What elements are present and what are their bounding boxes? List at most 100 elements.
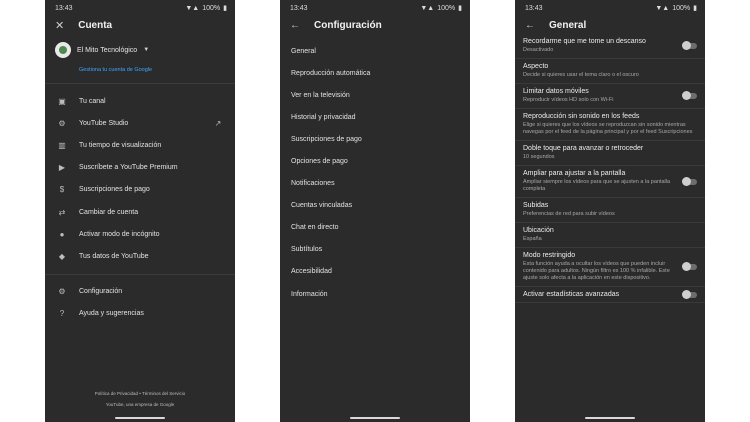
signal-icon: ▼▲ [655,4,670,12]
setting-title: Limitar datos móviles [523,88,589,95]
menu-item[interactable]: ⇄ Cambiar de cuenta [45,201,235,223]
app-bar: ← General [515,16,705,34]
setting-title: Subidas [523,202,549,209]
gesture-bar[interactable] [115,417,165,419]
page-title: Configuración [314,19,382,31]
manage-account-link[interactable]: Gestiona tu cuenta de Google [79,67,225,73]
signal-icon: ▼▲ [420,4,435,12]
setting-row[interactable]: Reproducción sin sonido en los feeds Elig… [515,109,705,141]
menu-item[interactable]: ◆ Tus datos de YouTube [45,245,235,267]
setting-row[interactable]: Aspecto Decide si quieres usar el tema cl… [515,59,705,84]
back-arrow-icon[interactable]: ← [525,20,535,31]
menu-item-label: Suscríbete a YouTube Premium [79,164,178,172]
menu-item[interactable]: ⚙ YouTube Studio ↗ [45,112,235,134]
settings-item[interactable]: Cuentas vinculadas [280,195,470,217]
account-switcher[interactable]: El Mito Tecnológico ▼ [55,42,225,58]
settings-item[interactable]: Reproducción automática [280,62,470,84]
setting-title: Doble toque para avanzar o retroceder [523,145,644,152]
status-bar: 13:43 ▼▲ 100% ▮ [280,0,470,16]
setting-title: Ampliar para ajustar a la pantalla [523,170,626,177]
setting-subtitle: Desactivado [523,47,554,53]
setting-subtitle: España [523,236,542,242]
settings-item[interactable]: Subtítulos [280,239,470,261]
setting-title: Recordarme que me tome un descanso [523,38,646,45]
account-header: El Mito Tecnológico ▼ Gestiona tu cuenta… [45,34,235,77]
settings-item[interactable]: Opciones de pago [280,150,470,172]
gear-icon: ⚙ [58,287,66,297]
divider [45,83,235,84]
menu-item[interactable]: ▶ Suscríbete a YouTube Premium [45,157,235,179]
general-settings-list: Recordarme que me tome un descanso Desact… [515,34,705,303]
toggle-switch[interactable] [682,289,697,299]
menu-item[interactable]: ▥ Tu tiempo de visualización [45,134,235,156]
avatar [55,42,71,58]
menu-item[interactable]: ▣ Tu canal [45,90,235,112]
setting-row[interactable]: Doble toque para avanzar o retroceder 10 … [515,141,705,166]
footer-links[interactable]: Política de Privacidad • Términos del Se… [45,388,235,399]
menu-item[interactable]: $ Suscripciones de pago [45,179,235,201]
menu-item-label: Tu tiempo de visualización [79,141,162,149]
setting-row[interactable]: Ubicación España [515,223,705,248]
incognito-icon: ● [59,229,65,239]
settings-item[interactable]: Accesibilidad [280,261,470,283]
account-name: El Mito Tecnológico [77,46,138,54]
menu-item-label: Configuración [79,288,123,296]
bar-chart-icon: ▥ [58,140,66,150]
battery-level: 100% [202,4,221,12]
setting-title: Activar estadísticas avanzadas [523,291,620,298]
setting-row[interactable]: Modo restringido Esta función ayuda a ocu… [515,248,705,287]
menu-item-label: Tu canal [79,97,106,105]
setting-subtitle: Ampliar siempre los vídeos para que se a… [523,179,671,192]
settings-item[interactable]: Ver en la televisión [280,84,470,106]
menu-item[interactable]: ● Activar modo de incógnito [45,223,235,245]
switch-account-icon: ⇄ [58,207,66,217]
back-arrow-icon[interactable]: ← [290,20,300,31]
toggle-switch[interactable] [682,262,697,271]
toggle-switch[interactable] [682,91,697,100]
setting-title: Ubicación [523,227,554,234]
setting-subtitle: Reproducir vídeos HD solo con Wi-Fi [523,97,614,103]
setting-title: Aspecto [523,63,549,70]
setting-row[interactable]: Recordarme que me tome un descanso Desact… [515,34,705,59]
help-icon: ? [59,309,65,319]
status-time: 13:43 [525,4,543,12]
gesture-bar[interactable] [350,417,400,419]
gear-icon: ⚙ [58,118,66,128]
toggle-switch[interactable] [682,176,697,186]
toggle-switch[interactable] [682,41,697,50]
footer-company: YouTube, una empresa de Google [105,402,175,407]
settings-item[interactable]: Historial y privacidad [280,106,470,128]
page-title: General [549,19,587,31]
setting-row[interactable]: Activar estadísticas avanzadas [515,287,705,303]
settings-item[interactable]: Chat en directo [280,217,470,239]
settings-item[interactable]: Información [280,283,470,305]
account-menu: ▣ Tu canal ⚙ YouTube Studio ↗ ▥ Tu tiempo de v… [45,90,235,268]
settings-screen: 13:43 ▼▲ 100% ▮ ← Configuración General R… [280,0,470,422]
footer: Política de Privacidad • Términos del Se… [45,388,235,410]
settings-item[interactable]: Notificaciones [280,173,470,195]
setting-row[interactable]: Limitar datos móviles Reproducir vídeos H… [515,84,705,109]
dollar-icon: $ [59,185,65,195]
battery-icon: ▮ [458,5,462,12]
gesture-bar[interactable] [585,417,635,419]
close-icon[interactable]: ✕ [55,19,64,32]
status-time: 13:43 [55,4,73,12]
app-bar: ✕ Cuenta [45,16,235,34]
menu-item-label: Ayuda y sugerencias [79,310,144,318]
person-icon: ▣ [58,96,66,106]
menu-item-label: Suscripciones de pago [79,186,150,194]
settings-list: General Reproducción automática Ver en la … [280,34,470,305]
chevron-down-icon: ▼ [143,47,150,53]
setting-subtitle: Preferencias de red para subir vídeos [523,211,615,217]
setting-row[interactable]: Ampliar para ajustar a la pantalla Amplia… [515,166,705,198]
page-title: Cuenta [78,19,113,31]
setting-row[interactable]: Subidas Preferencias de red para subir ví… [515,198,705,223]
battery-icon: ▮ [693,5,697,12]
battery-icon: ▮ [223,5,227,12]
status-time: 13:43 [290,4,308,12]
settings-item[interactable]: Suscripciones de pago [280,128,470,150]
menu-item[interactable]: ? Ayuda y sugerencias [45,303,235,325]
settings-item[interactable]: General [280,40,470,62]
menu-item-label: YouTube Studio [79,119,129,127]
menu-item[interactable]: ⚙ Configuración [45,281,235,303]
